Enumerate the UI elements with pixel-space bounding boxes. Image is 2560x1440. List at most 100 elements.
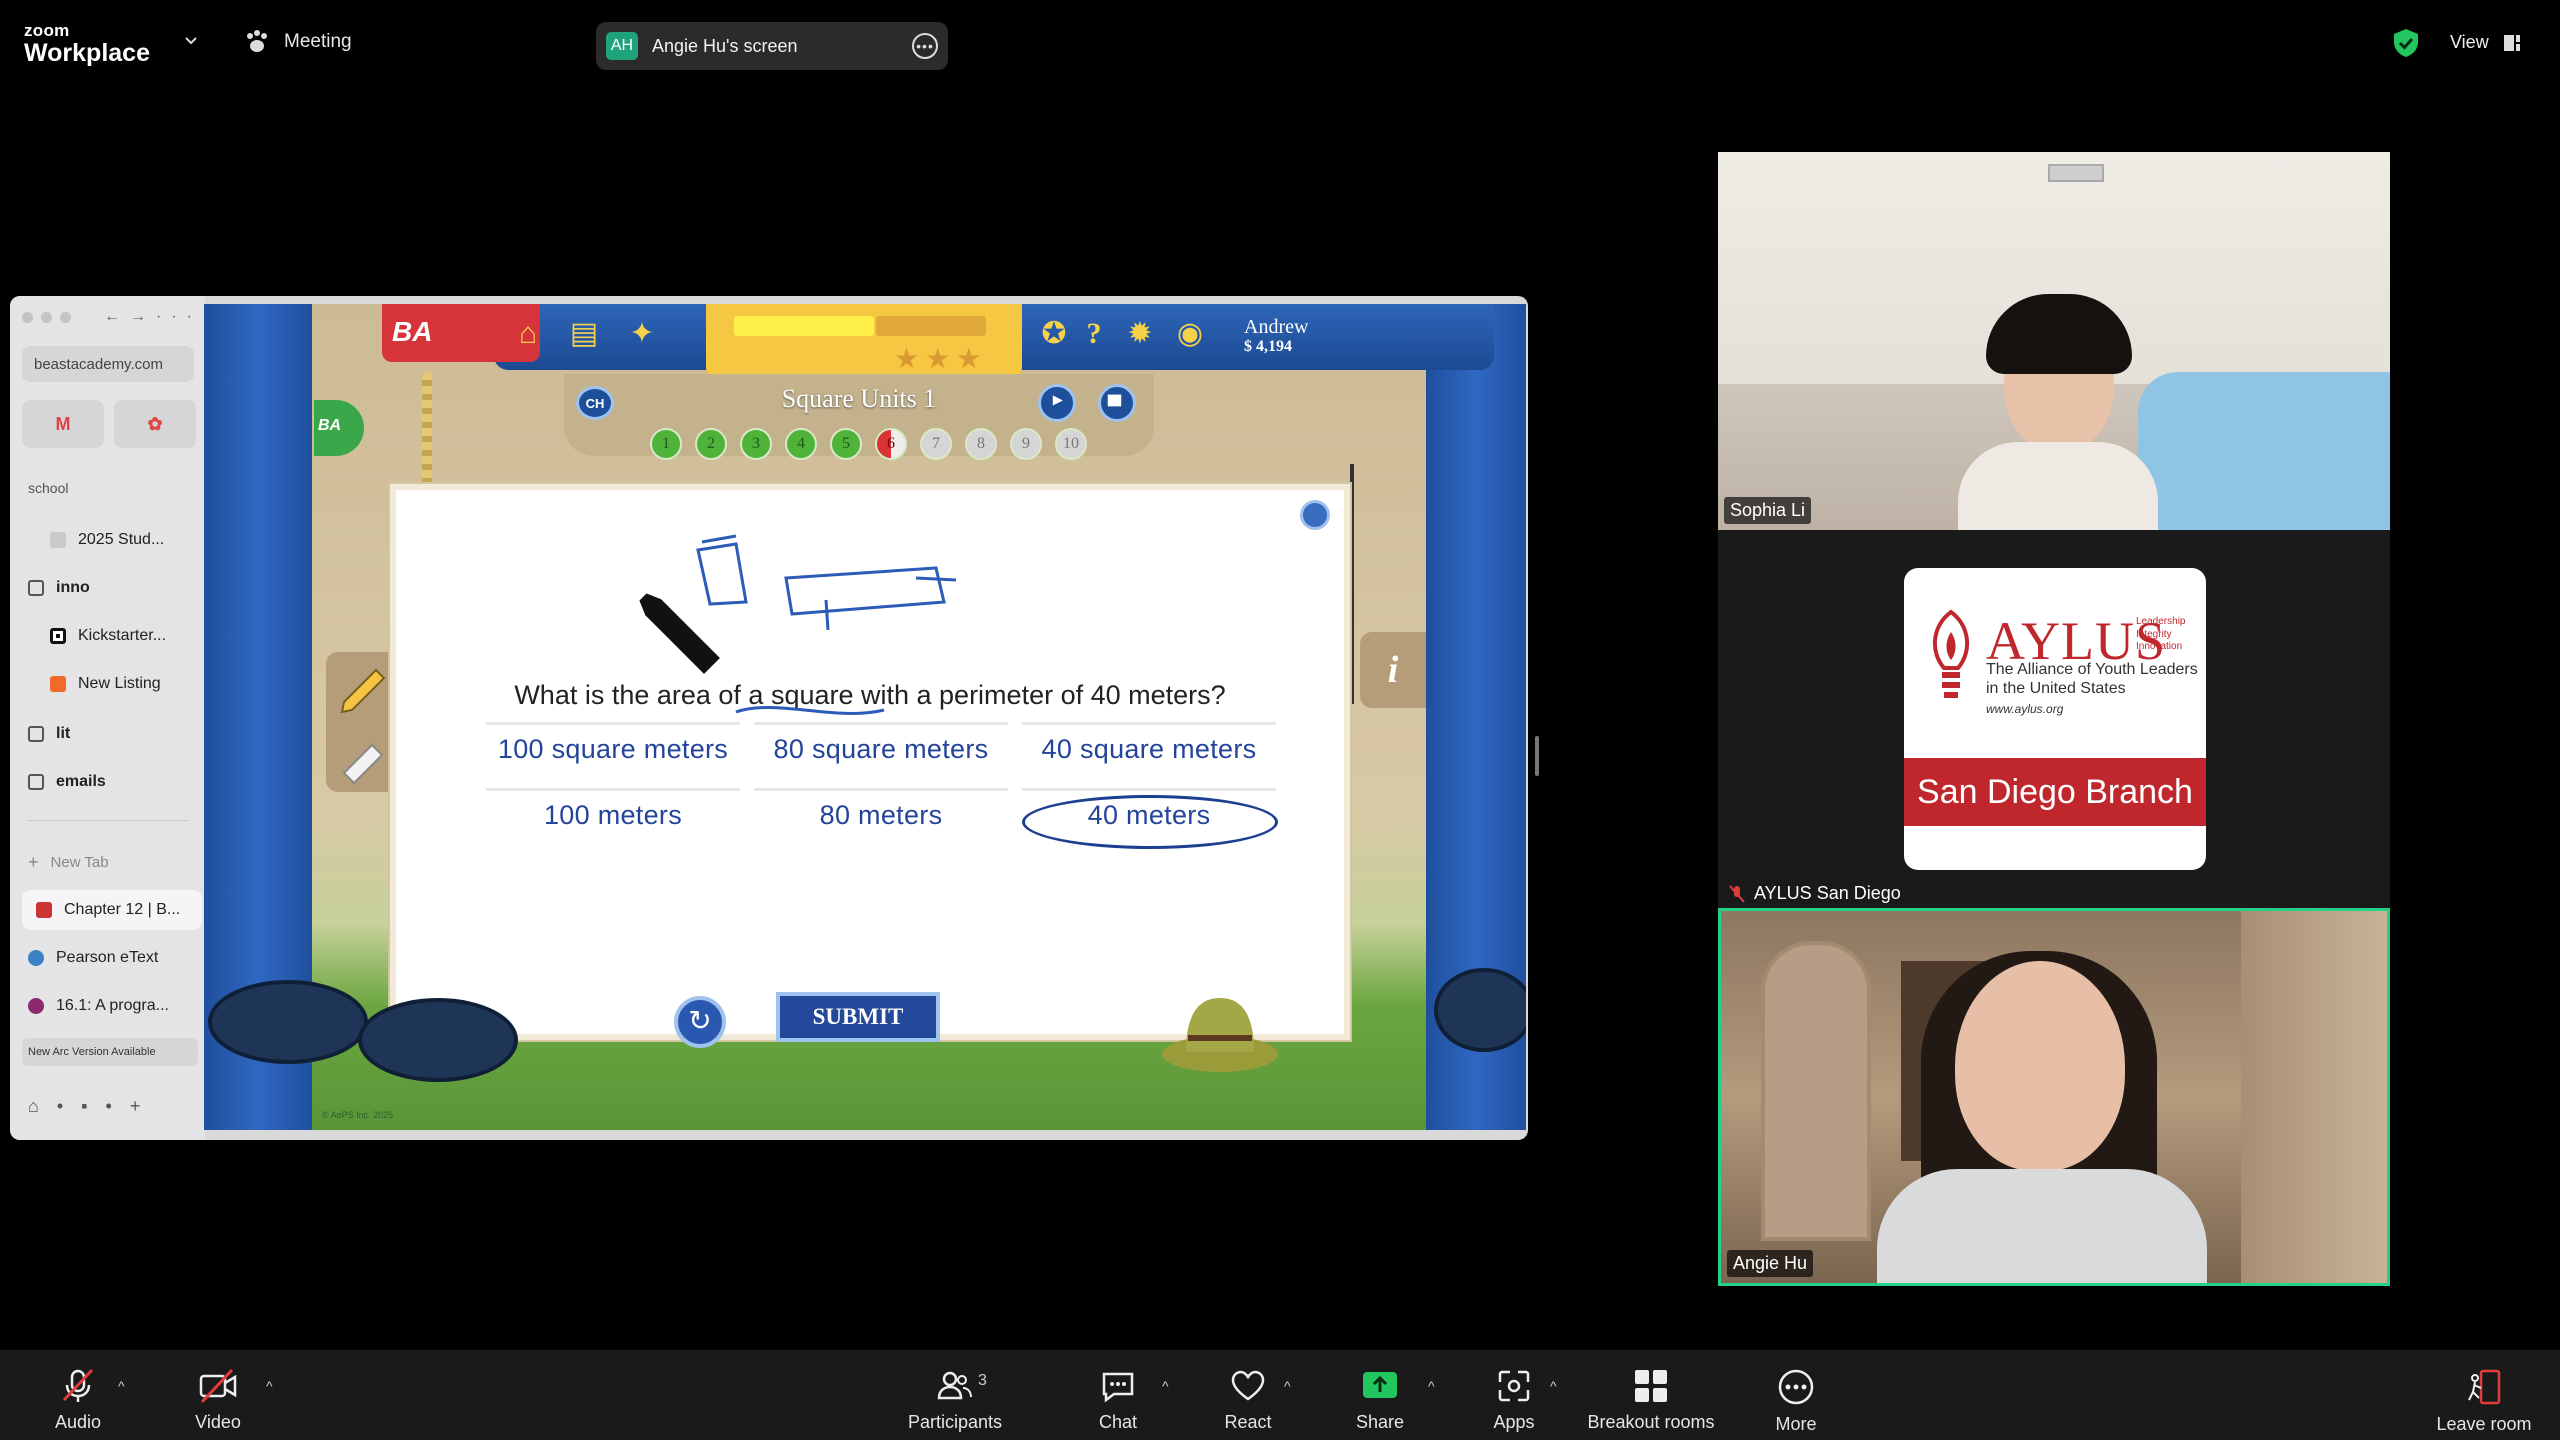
browser-tab-active[interactable]: Chapter 12 | B... bbox=[22, 890, 202, 930]
home-icon[interactable]: ⌂ bbox=[508, 314, 548, 354]
meeting-controls: Audio ^ Video ^ Participants 3 Chat ^ Re… bbox=[0, 1350, 2560, 1440]
tire-decoration bbox=[358, 998, 518, 1082]
progress-bar-track bbox=[876, 316, 986, 336]
leave-room-icon bbox=[2468, 1369, 2501, 1405]
problem-step[interactable]: 10 bbox=[1055, 428, 1087, 460]
gmail-icon[interactable]: M bbox=[22, 400, 104, 448]
browser-tab[interactable]: Pearson eText bbox=[28, 938, 200, 978]
browser-url-bar[interactable]: beastacademy.com bbox=[22, 346, 194, 382]
problem-step[interactable]: 1 bbox=[650, 428, 682, 460]
ba-logo[interactable]: BA bbox=[392, 316, 432, 348]
answer-choice[interactable]: 40 square meters bbox=[1022, 722, 1276, 774]
apps-icon bbox=[1498, 1370, 1530, 1402]
progress-bar-fill bbox=[734, 316, 874, 336]
presenter-avatar: AH bbox=[606, 32, 638, 60]
window-controls[interactable] bbox=[22, 312, 71, 323]
sidebar-folder[interactable]: inno bbox=[28, 568, 200, 608]
answer-choice[interactable]: 80 meters bbox=[754, 788, 1008, 840]
book-icon[interactable]: ▤ bbox=[564, 314, 604, 354]
sidebar-folder[interactable]: emails bbox=[28, 762, 200, 802]
problem-step[interactable]: 5 bbox=[830, 428, 862, 460]
tagline-line: Integrity bbox=[2136, 628, 2172, 640]
zoom-brand[interactable]: zoom Workplace bbox=[24, 22, 150, 66]
view-button[interactable]: View bbox=[2450, 32, 2521, 53]
puzzle-icon[interactable]: ✦ bbox=[622, 314, 662, 354]
audio-label: Audio bbox=[54, 1412, 102, 1432]
participant-name-tag: AYLUS San Diego bbox=[1728, 883, 1901, 904]
award-icon[interactable]: ✪ bbox=[1034, 314, 1074, 354]
apps-options-chevron-icon[interactable]: ^ bbox=[1550, 1378, 1557, 1394]
settings-gear-icon[interactable]: ✹ bbox=[1120, 314, 1160, 354]
view-label: View bbox=[2450, 32, 2489, 52]
sidebar-footer-icons[interactable]: ⌂•▪•+ bbox=[28, 1096, 158, 1117]
submit-button[interactable]: SUBMIT bbox=[776, 992, 940, 1042]
more-button[interactable]: More bbox=[1768, 1350, 1824, 1440]
problem-step[interactable]: 3 bbox=[740, 428, 772, 460]
problem-step[interactable]: 8 bbox=[965, 428, 997, 460]
audio-button[interactable]: Audio bbox=[48, 1350, 108, 1440]
sidebar-item[interactable]: New Listing bbox=[50, 664, 200, 704]
meeting-info-button[interactable]: Meeting bbox=[244, 30, 352, 54]
problem-step[interactable]: 7 bbox=[920, 428, 952, 460]
answer-choice[interactable]: 100 square meters bbox=[486, 722, 740, 774]
reset-icon[interactable]: ↻ bbox=[674, 996, 726, 1048]
sidebar-item-label: 2025 Stud... bbox=[78, 531, 165, 548]
sidebar-section-label: school bbox=[28, 480, 69, 496]
problem-step[interactable]: 4 bbox=[785, 428, 817, 460]
folder-icon bbox=[28, 726, 44, 742]
problem-steps: 1 2 3 4 5 6 7 8 9 10 bbox=[650, 428, 1087, 460]
browser-nav-icons[interactable]: ←→··· bbox=[104, 308, 202, 326]
react-options-chevron-icon[interactable]: ^ bbox=[1284, 1378, 1291, 1394]
more-options-icon[interactable]: ••• bbox=[912, 33, 938, 59]
guide-book-icon[interactable] bbox=[1098, 384, 1136, 422]
react-button[interactable]: React bbox=[1220, 1350, 1276, 1440]
heart-icon bbox=[1231, 1370, 1265, 1401]
pinned-app-icon[interactable]: ✿ bbox=[114, 400, 196, 448]
panel-resize-handle[interactable] bbox=[1535, 736, 1539, 776]
chat-options-chevron-icon[interactable]: ^ bbox=[1162, 1378, 1169, 1394]
shared-screen-label: Angie Hu's screen bbox=[652, 35, 798, 56]
answer-choice[interactable]: 100 meters bbox=[486, 788, 740, 840]
problem-step-current[interactable]: 6 bbox=[875, 428, 907, 460]
share-button[interactable]: Share bbox=[1352, 1350, 1408, 1440]
video-tile[interactable]: AYLUS Leadership Integrity Innovation Th… bbox=[1718, 530, 2390, 908]
audio-options-chevron-icon[interactable]: ^ bbox=[118, 1378, 125, 1394]
chat-button[interactable]: Chat bbox=[1090, 1350, 1146, 1440]
new-tab-button[interactable]: + New Tab bbox=[28, 842, 200, 882]
shared-screen-pill[interactable]: AH Angie Hu's screen ••• bbox=[596, 22, 948, 70]
browser-sidebar: ←→··· beastacademy.com M ✿ school 2025 S… bbox=[10, 296, 205, 1140]
brand-big: Workplace bbox=[24, 39, 150, 67]
participants-label: Participants bbox=[907, 1412, 1003, 1432]
video-button[interactable]: Video bbox=[188, 1350, 248, 1440]
sidebar-folder[interactable]: lit bbox=[28, 714, 200, 754]
problem-step[interactable]: 2 bbox=[695, 428, 727, 460]
problem-step[interactable]: 9 bbox=[1010, 428, 1042, 460]
participants-button[interactable]: Participants bbox=[900, 1350, 1010, 1440]
sidebar-item[interactable]: Kickstarter... bbox=[50, 616, 200, 656]
sidebar-item[interactable]: 2025 Stud... bbox=[50, 520, 200, 560]
video-options-chevron-icon[interactable]: ^ bbox=[266, 1378, 273, 1394]
update-notice[interactable]: New Arc Version Available bbox=[22, 1038, 198, 1066]
chair bbox=[2138, 372, 2390, 530]
help-icon[interactable]: ? bbox=[1074, 314, 1114, 354]
user-badge[interactable]: Andrew $ 4,194 bbox=[1244, 316, 1308, 356]
answer-choice[interactable]: 80 square meters bbox=[754, 722, 1008, 774]
browser-tab[interactable]: 16.1: A progra... bbox=[28, 986, 200, 1026]
logo-tagline: Leadership Integrity Innovation bbox=[2136, 616, 2185, 654]
participants-icon bbox=[937, 1371, 972, 1400]
chapter-button[interactable]: CH bbox=[576, 386, 614, 420]
leave-room-button[interactable]: Leave room bbox=[2434, 1350, 2534, 1440]
video-tile[interactable]: Sophia Li bbox=[1718, 152, 2390, 530]
page-icon bbox=[50, 532, 66, 548]
video-tile-active-speaker[interactable]: Angie Hu bbox=[1718, 908, 2390, 1286]
play-video-icon[interactable] bbox=[1038, 384, 1076, 422]
breakout-rooms-button[interactable]: Breakout rooms bbox=[1586, 1350, 1716, 1440]
info-button[interactable]: i bbox=[1360, 632, 1426, 708]
apps-button[interactable]: Apps bbox=[1486, 1350, 1542, 1440]
chevron-down-icon[interactable] bbox=[184, 34, 198, 48]
answer-choice-selected[interactable]: 40 meters bbox=[1022, 788, 1278, 849]
avatar-icon[interactable]: ◉ bbox=[1170, 314, 1210, 354]
encryption-shield-icon[interactable] bbox=[2392, 28, 2420, 58]
tire-decoration bbox=[208, 980, 368, 1064]
share-options-chevron-icon[interactable]: ^ bbox=[1428, 1378, 1435, 1394]
